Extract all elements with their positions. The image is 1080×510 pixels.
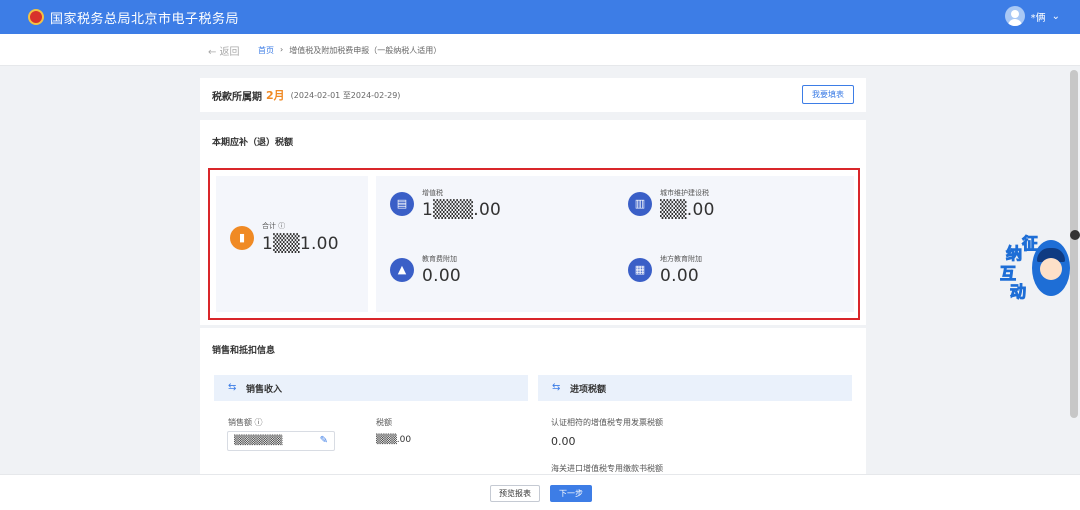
book-icon: ▦ (628, 258, 652, 282)
local-education-label: 地方教育附加 (660, 255, 702, 263)
tax-emblem-icon (28, 9, 44, 25)
breadcrumb-separator: › (280, 45, 284, 54)
customs-import-tax-label: 海关进口增值税专用缴款书税额 (551, 464, 663, 473)
edit-icon[interactable]: ✎ (320, 435, 328, 446)
sales-revenue-title: 销售收入 (246, 385, 283, 395)
building-icon: ▥ (628, 192, 652, 216)
revenue-value[interactable]: ▒▒▒▒▒▒▒ (234, 436, 282, 446)
local-education-value: 0.00 (660, 266, 700, 286)
tax-amount-label: 税额 (376, 418, 392, 427)
tax-items-panel: ▤ 增值税 1▒▒▒.00 ▥ 城市维护建设税 ▒▒.00 ▲ 教育费附加 0.… (376, 176, 854, 312)
tax-due-card: 本期应补（退）税额 ▮ 合计 ⓘ 1▒▒1.00 ▤ 增值税 1▒▒▒.00 ▥… (200, 120, 866, 325)
breadcrumb-current: 增值税及附加税费申报（一般纳税人适用） (289, 46, 442, 55)
period-range: (2024-02-01 至2024-02-29) (290, 90, 401, 100)
urban-tax-label: 城市维护建设税 (660, 189, 709, 197)
education-surcharge-value: 0.00 (422, 266, 462, 286)
mascot-char-1[interactable]: 征 (1021, 230, 1038, 254)
total-label[interactable]: 合计 ⓘ (262, 221, 285, 231)
swap-icon: ⇆ (228, 382, 237, 393)
tax-section-title: 本期应补（退）税额 (212, 138, 294, 148)
sales-deduction-card: 销售和抵扣信息 ⇆ 销售收入 ⇆ 进项税额 销售额 ⓘ ▒▒▒▒▒▒▒ ✎ 税额… (200, 328, 866, 476)
total-value: 1▒▒1.00 (262, 234, 339, 254)
invoice-icon: ▤ (390, 192, 414, 216)
input-tax-title: 进项税额 (570, 385, 607, 395)
back-link[interactable]: ← 返回 (208, 43, 240, 58)
highlight-box: ▮ 合计 ⓘ 1▒▒1.00 ▤ 增值税 1▒▒▒.00 ▥ 城市维护建设税 ▒… (208, 168, 860, 320)
tax-period-card: 税款所属期 2月 (2024-02-01 至2024-02-29) 我要填表 (200, 78, 866, 112)
site-title: 国家税务总局北京市电子税务局 (50, 11, 240, 27)
breadcrumb: 首页 › 增值税及附加税费申报（一般纳税人适用） (258, 45, 441, 56)
avatar-icon[interactable] (1004, 6, 1025, 26)
graduation-cap-icon: ▲ (390, 258, 414, 282)
taxpayer-interaction-widget[interactable]: 征 纳 互 动 (999, 230, 1072, 302)
swap-icon: ⇆ (552, 382, 561, 393)
bar-chart-icon: ▮ (230, 226, 254, 250)
breadcrumb-bar: ← 返回 首页 › 增值税及附加税费申报（一般纳税人适用） (0, 34, 1080, 66)
fill-form-button[interactable]: 我要填表 (802, 85, 854, 104)
tax-amount-value: ▒▒▒.00 (376, 435, 412, 445)
vat-value: 1▒▒▒.00 (422, 200, 502, 220)
total-panel: ▮ 合计 ⓘ 1▒▒1.00 (216, 176, 368, 312)
top-navbar: 国家税务总局北京市电子税务局 *俩 ⌄ (0, 0, 1080, 34)
next-step-button[interactable]: 下一步 (550, 485, 592, 502)
mascot-char-4[interactable]: 动 (1009, 278, 1026, 302)
mascot-face (1040, 258, 1062, 280)
certified-invoice-tax-label: 认证相符的增值税专用发票税额 (551, 418, 663, 427)
revenue-label[interactable]: 销售额 ⓘ (228, 417, 263, 428)
certified-invoice-tax-value: 0.00 (551, 435, 576, 448)
user-menu[interactable]: *俩 ⌄ (1004, 6, 1060, 26)
revenue-input[interactable]: ▒▒▒▒▒▒▒ ✎ (227, 431, 335, 451)
preview-report-button[interactable]: 预览报表 (490, 485, 540, 502)
breadcrumb-home[interactable]: 首页 (258, 45, 274, 56)
urban-tax-value: ▒▒.00 (660, 200, 715, 220)
period-label: 税款所属期 (212, 91, 262, 103)
footer-bar: 预览报表 下一步 (0, 474, 1080, 510)
education-surcharge-label: 教育费附加 (422, 255, 457, 263)
user-name[interactable]: *俩 (1031, 9, 1046, 24)
input-tax-header: ⇆ 进项税额 (538, 375, 852, 401)
vat-label: 增值税 (422, 189, 443, 197)
sales-revenue-header: ⇆ 销售收入 (214, 375, 528, 401)
chevron-down-icon[interactable]: ⌄ (1052, 11, 1060, 22)
period-month: 2月 (266, 89, 285, 102)
sales-section-title: 销售和抵扣信息 (212, 346, 276, 356)
